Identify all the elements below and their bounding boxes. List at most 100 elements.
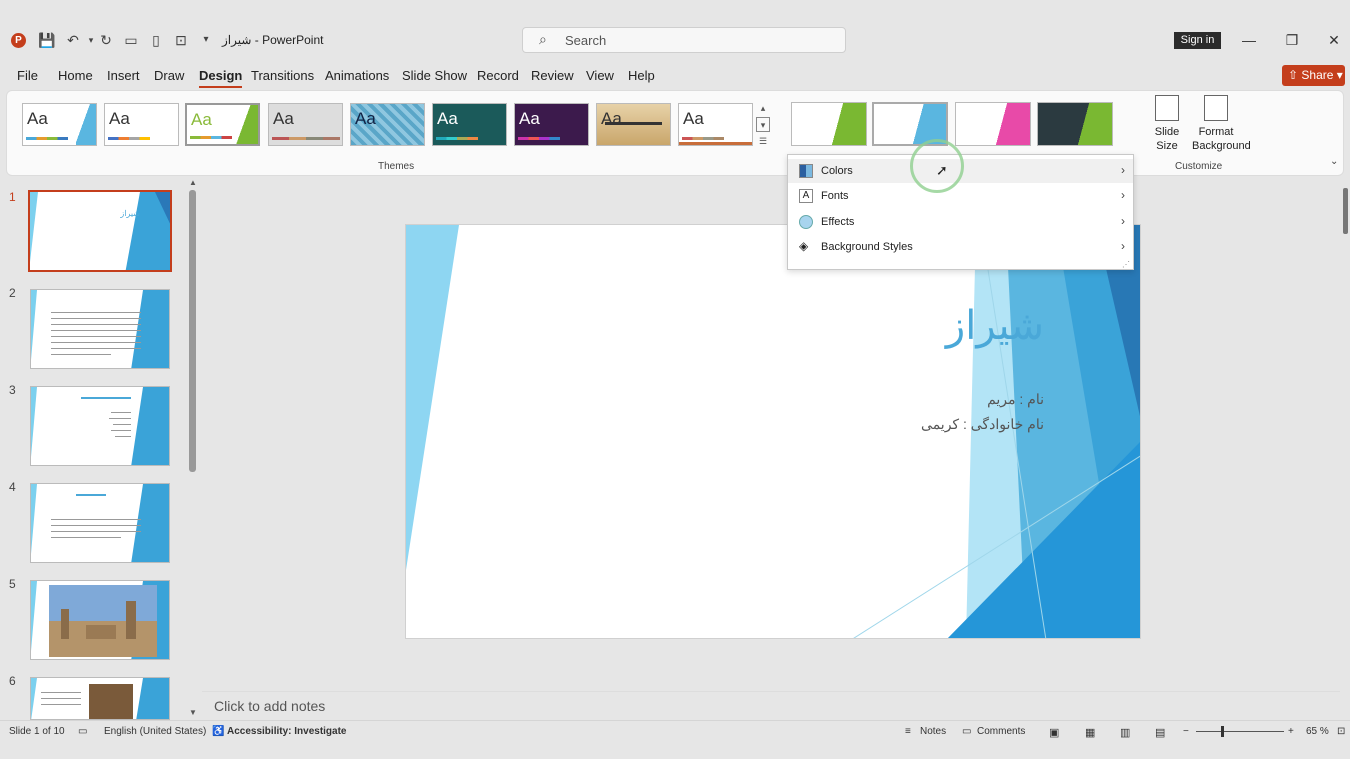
format-background-label-1: Format (1198, 126, 1234, 138)
comments-button[interactable]: Comments (977, 726, 1025, 737)
slide-subtitle-line[interactable]: نام خانوادگی : کریمی (921, 416, 1044, 433)
save-icon[interactable]: 💾 (38, 31, 56, 49)
reading-view-icon[interactable]: ▥ (1120, 726, 1130, 739)
tab-file[interactable]: File (17, 68, 38, 83)
tab-review[interactable]: Review (531, 68, 574, 83)
title-bar: P 💾 ↶ ▾ ↻ ▭ ▯ ⊡ ▾ شیراز - PowerPoint ⌕ S… (0, 0, 1350, 62)
tab-record[interactable]: Record (477, 68, 519, 83)
slide-thumbnail-1[interactable]: شیراز (28, 190, 172, 272)
theme-thumbnail[interactable]: Aa (514, 103, 589, 146)
slide-thumbnail-3[interactable] (30, 386, 170, 466)
tab-help[interactable]: Help (628, 68, 655, 83)
theme-thumbnail[interactable]: Aa (185, 103, 260, 146)
theme-thumbnail[interactable]: Aa (104, 103, 179, 146)
collapse-ribbon-icon[interactable]: ⌄ (1330, 156, 1338, 167)
zoom-out-icon[interactable]: − (1183, 726, 1189, 737)
slide-thumbnail-art (31, 387, 169, 465)
slide-number: 2 (9, 286, 16, 300)
notes-pane[interactable]: Click to add notes (202, 691, 1340, 719)
format-background-button[interactable]: Format Background (1192, 95, 1251, 153)
theme-label: Aa (683, 109, 704, 128)
tab-slide-show[interactable]: Slide Show (402, 68, 467, 83)
variant-thumbnail[interactable] (955, 102, 1031, 146)
tab-home[interactable]: Home (58, 68, 93, 83)
theme-thumbnail[interactable]: Aa (268, 103, 343, 146)
accessibility-status[interactable]: Accessibility: Investigate (227, 726, 347, 737)
theme-label: Aa (437, 109, 458, 128)
minimize-button[interactable]: — (1239, 30, 1259, 50)
share-icon: ⇧ (1288, 68, 1302, 82)
open-folder-icon[interactable]: ▭ (122, 31, 140, 49)
themes-more-icon[interactable]: ☰ (756, 134, 770, 149)
theme-thumbnail[interactable]: Aa (596, 103, 671, 146)
panel-scroll-down-icon[interactable]: ▼ (189, 708, 197, 717)
zoom-slider[interactable] (1196, 731, 1284, 732)
fit-to-window-icon[interactable]: ⊡ (1337, 726, 1345, 737)
share-button[interactable]: ⇧ Share ▾ (1282, 65, 1345, 86)
themes-group-label: Themes (378, 161, 415, 172)
slide-canvas[interactable]: شیراز نام : مریم نام خانوادگی : کریمی (405, 224, 1141, 639)
new-file-icon[interactable]: ▯ (147, 31, 165, 49)
restore-button[interactable]: ❐ (1282, 30, 1302, 50)
zoom-level[interactable]: 65 % (1306, 726, 1329, 737)
menu-item-background-styles[interactable]: ◈ Background Styles › (788, 235, 1133, 259)
present-icon[interactable]: ⊡ (172, 31, 190, 49)
editor-scroll-thumb[interactable] (1343, 188, 1348, 234)
language-status[interactable]: English (United States) (104, 726, 206, 737)
menu-item-label: Background Styles (821, 241, 913, 253)
menu-item-fonts[interactable]: A Fonts › (788, 184, 1133, 208)
variant-thumbnail[interactable] (791, 102, 867, 146)
themes-scroll-down-icon[interactable]: ▾ (756, 117, 770, 132)
close-button[interactable]: ✕ (1324, 30, 1344, 50)
menu-item-effects[interactable]: Effects › (788, 210, 1133, 234)
normal-view-icon[interactable]: ▣ (1049, 726, 1059, 739)
theme-thumbnail[interactable]: Aa (350, 103, 425, 146)
tab-insert[interactable]: Insert (107, 68, 140, 83)
slide-sorter-icon[interactable]: ▦ (1085, 726, 1095, 739)
slide-title[interactable]: شیراز (946, 303, 1044, 349)
slide-thumbnail-4[interactable] (30, 483, 170, 563)
resize-grip-icon[interactable]: ⋰ (1122, 260, 1130, 269)
search-input[interactable]: ⌕ Search (522, 27, 846, 53)
variant-thumbnail[interactable] (1037, 102, 1113, 146)
themes-scroll-up-icon[interactable]: ▴ (756, 101, 770, 116)
theme-thumbnail[interactable]: Aa (432, 103, 507, 146)
slide-thumbnail-2[interactable] (30, 289, 170, 369)
spelling-check-icon[interactable]: ▭ (78, 726, 87, 737)
tab-transitions[interactable]: Transitions (251, 68, 314, 83)
panel-scroll-up-icon[interactable]: ▲ (189, 178, 197, 187)
redo-icon[interactable]: ↻ (97, 31, 115, 49)
panel-scrollbar[interactable] (189, 190, 196, 472)
zoom-in-icon[interactable]: + (1288, 726, 1294, 737)
slide-size-button[interactable]: Slide Size (1148, 95, 1186, 153)
editor-scrollbar[interactable] (1340, 176, 1350, 720)
theme-color-bar (682, 137, 724, 140)
slide-thumbnail-6[interactable] (30, 677, 170, 720)
format-background-icon (1204, 95, 1228, 121)
theme-color-bar (518, 137, 560, 140)
theme-label: Aa (355, 109, 376, 128)
slide-thumbnail-art (31, 678, 169, 719)
undo-icon[interactable]: ↶ (64, 31, 82, 49)
slide-subtitle-line[interactable]: نام : مریم (987, 391, 1044, 408)
theme-thumbnail[interactable]: Aa (22, 103, 97, 146)
tab-design[interactable]: Design (199, 68, 243, 88)
tab-draw[interactable]: Draw (154, 68, 184, 83)
tab-view[interactable]: View (586, 68, 614, 83)
slide-thumbnail-art (31, 581, 169, 659)
theme-color-bar (272, 137, 340, 140)
comments-icon: ▭ (962, 726, 972, 737)
background-styles-icon: ◈ (799, 239, 809, 253)
sign-in-button[interactable]: Sign in (1174, 32, 1221, 49)
tab-animations[interactable]: Animations (325, 68, 389, 83)
customize-toolbar-icon[interactable]: ▾ (197, 31, 215, 49)
notes-button[interactable]: Notes (920, 726, 946, 737)
colors-icon (799, 164, 813, 178)
slide-show-icon[interactable]: ▤ (1155, 726, 1165, 739)
zoom-slider-thumb[interactable] (1221, 726, 1224, 737)
menu-item-label: Colors (821, 165, 853, 177)
bottom-strip (0, 742, 1350, 759)
theme-thumbnail[interactable]: Aa (678, 103, 753, 146)
slide-thumbnail-5[interactable] (30, 580, 170, 660)
chevron-right-icon: › (1121, 239, 1125, 253)
